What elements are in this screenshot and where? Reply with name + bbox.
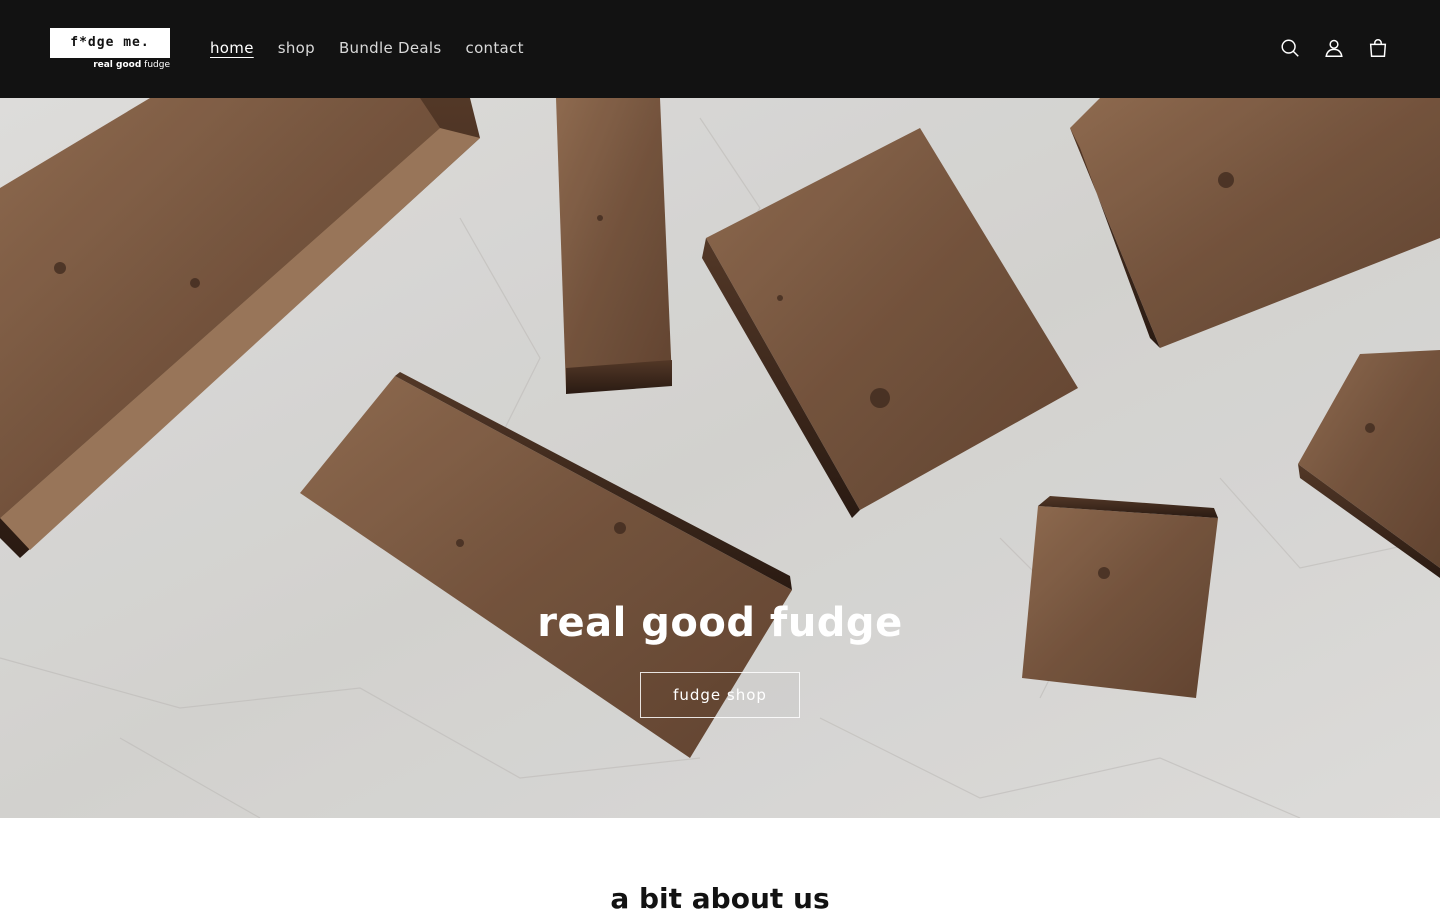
main-nav: home shop Bundle Deals contact [198, 36, 536, 60]
logo-tagline-rest: fudge [144, 60, 170, 70]
logo-tagline: real good fudge [93, 60, 170, 70]
about-heading: a bit about us [610, 882, 830, 915]
header-icons [1268, 26, 1400, 70]
hero-banner: real good fudge fudge shop [0, 98, 1440, 818]
search-icon [1281, 39, 1299, 57]
logo-wordmark: f*dge me. [50, 28, 170, 58]
site-logo[interactable]: f*dge me. real good fudge [50, 28, 170, 72]
site-header: f*dge me. real good fudge home shop Bund… [0, 0, 1440, 98]
fudge-shop-button[interactable]: fudge shop [640, 672, 800, 718]
account-icon [1325, 39, 1343, 57]
nav-bundle-deals[interactable]: Bundle Deals [327, 36, 454, 60]
nav-shop[interactable]: shop [266, 36, 327, 60]
hero-title: real good fudge [537, 600, 903, 646]
nav-home[interactable]: home [198, 36, 266, 60]
search-button[interactable] [1268, 26, 1312, 70]
cart-button[interactable] [1356, 26, 1400, 70]
account-button[interactable] [1312, 26, 1356, 70]
cart-icon [1369, 39, 1387, 57]
logo-tagline-bold: real good [93, 60, 142, 70]
nav-contact[interactable]: contact [454, 36, 536, 60]
